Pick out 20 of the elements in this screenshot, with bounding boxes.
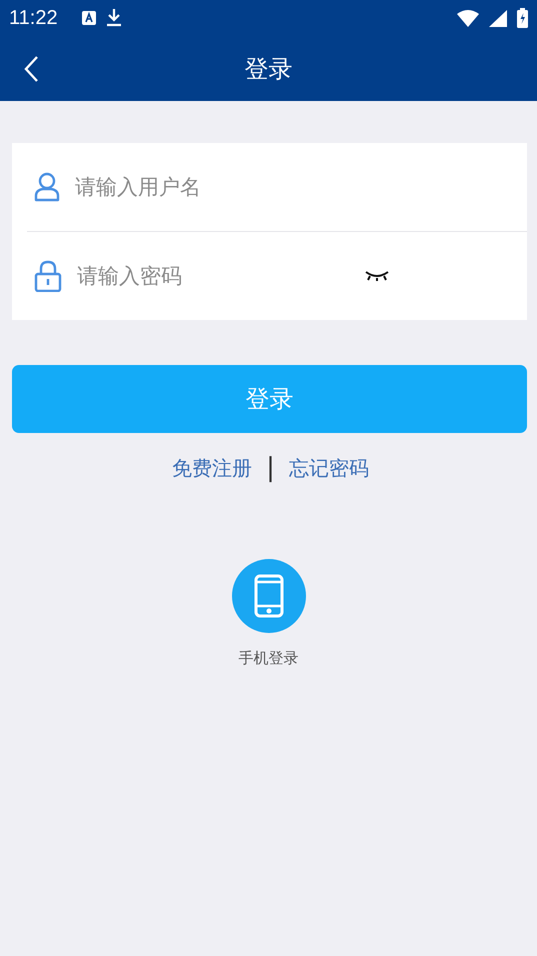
forgot-password-link[interactable]: 忘记密码 <box>288 454 369 482</box>
link-separator: | <box>266 453 275 483</box>
lock-icon <box>34 260 62 292</box>
keyboard-a-icon <box>82 11 96 25</box>
signal-icon <box>489 10 507 26</box>
login-button[interactable]: 登录 <box>12 365 527 433</box>
phone-login-label: 手机登录 <box>238 649 298 668</box>
back-icon <box>23 54 39 82</box>
register-link[interactable]: 免费注册 <box>172 454 252 482</box>
wifi-icon <box>457 10 479 26</box>
closed-eye-icon[interactable] <box>364 270 390 282</box>
username-field[interactable]: 请输入用户名 <box>73 174 337 200</box>
page-title: 登录 <box>244 54 292 84</box>
battery-icon <box>517 8 528 28</box>
download-icon <box>106 9 122 27</box>
user-icon <box>34 172 60 202</box>
status-time: 11:22 <box>9 6 58 30</box>
password-field[interactable]: 请输入密码 <box>75 263 364 289</box>
back-button[interactable] <box>23 54 39 82</box>
smartphone-icon <box>254 574 284 618</box>
